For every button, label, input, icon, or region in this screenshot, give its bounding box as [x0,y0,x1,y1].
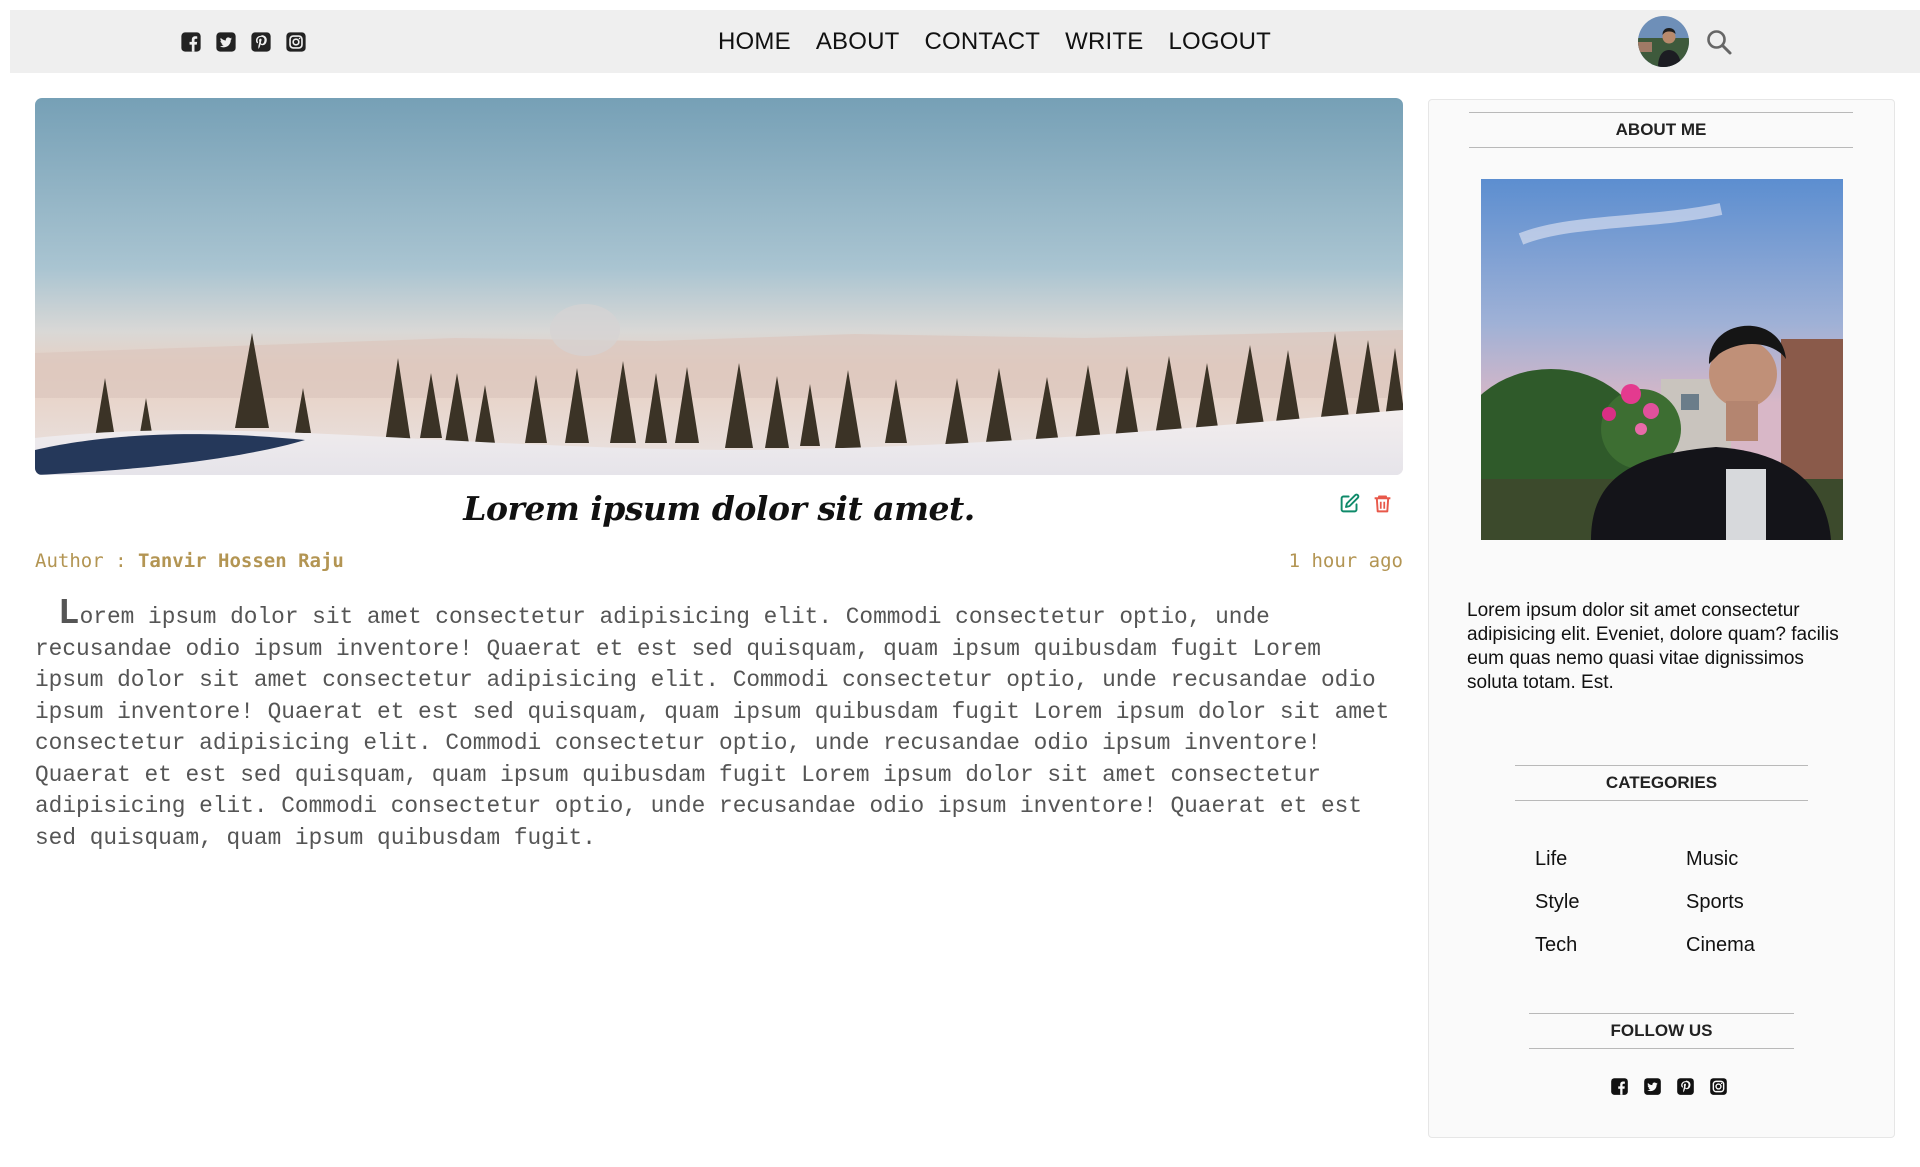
category-life[interactable]: Life [1535,847,1686,871]
about-text: Lorem ipsum dolor sit amet consectetur a… [1467,600,1839,693]
instagram-icon[interactable] [284,30,308,54]
instagram-icon[interactable] [1709,1077,1728,1096]
pinterest-icon[interactable] [249,30,273,54]
post-title: Lorem ipsum dolor sit amet. [463,489,975,528]
author-label: Author : [35,550,138,572]
post-actions [1339,493,1394,515]
delete-icon[interactable] [1372,493,1394,515]
categories-list: Life Music Style Sports Tech Cinema [1535,847,1835,957]
facebook-icon[interactable] [179,30,203,54]
nav-logout[interactable]: LOGOUT [1168,28,1271,56]
sidebar: ABOUT ME Lorem ipsum dolor sit amet cons… [1428,99,1895,1138]
facebook-icon[interactable] [1610,1077,1629,1096]
nav-contact[interactable]: CONTACT [925,28,1041,56]
category-cinema[interactable]: Cinema [1686,933,1836,957]
search-icon[interactable] [1704,27,1734,57]
post-time: 1 hour ago [1288,550,1403,572]
edit-icon[interactable] [1339,493,1361,515]
nav-write[interactable]: WRITE [1065,28,1143,56]
category-sports[interactable]: Sports [1686,890,1836,914]
about-heading: ABOUT ME [1469,112,1853,148]
header-social-links [179,10,308,73]
follow-social-links [1610,1077,1728,1096]
pinterest-icon[interactable] [1676,1077,1695,1096]
post-author: Author : Tanvir Hossen Raju [35,550,344,572]
main-nav: HOME ABOUT CONTACT WRITE LOGOUT [718,10,1271,73]
post-body: Lorem ipsum dolor sit amet consectetur a… [35,593,1390,851]
top-bar: HOME ABOUT CONTACT WRITE LOGOUT [10,10,1920,73]
avatar[interactable] [1638,16,1689,67]
category-style[interactable]: Style [1535,890,1686,914]
author-name[interactable]: Tanvir Hossen Raju [138,550,344,572]
post-cover-image [35,98,1403,475]
post-meta: Author : Tanvir Hossen Raju 1 hour ago [35,550,1403,576]
categories-heading: CATEGORIES [1515,765,1808,801]
about-photo [1481,179,1843,540]
category-music[interactable]: Music [1686,847,1836,871]
twitter-icon[interactable] [214,30,238,54]
category-tech[interactable]: Tech [1535,933,1686,957]
follow-heading: FOLLOW US [1529,1013,1794,1049]
twitter-icon[interactable] [1643,1077,1662,1096]
nav-about[interactable]: ABOUT [816,28,900,56]
nav-home[interactable]: HOME [718,28,791,56]
